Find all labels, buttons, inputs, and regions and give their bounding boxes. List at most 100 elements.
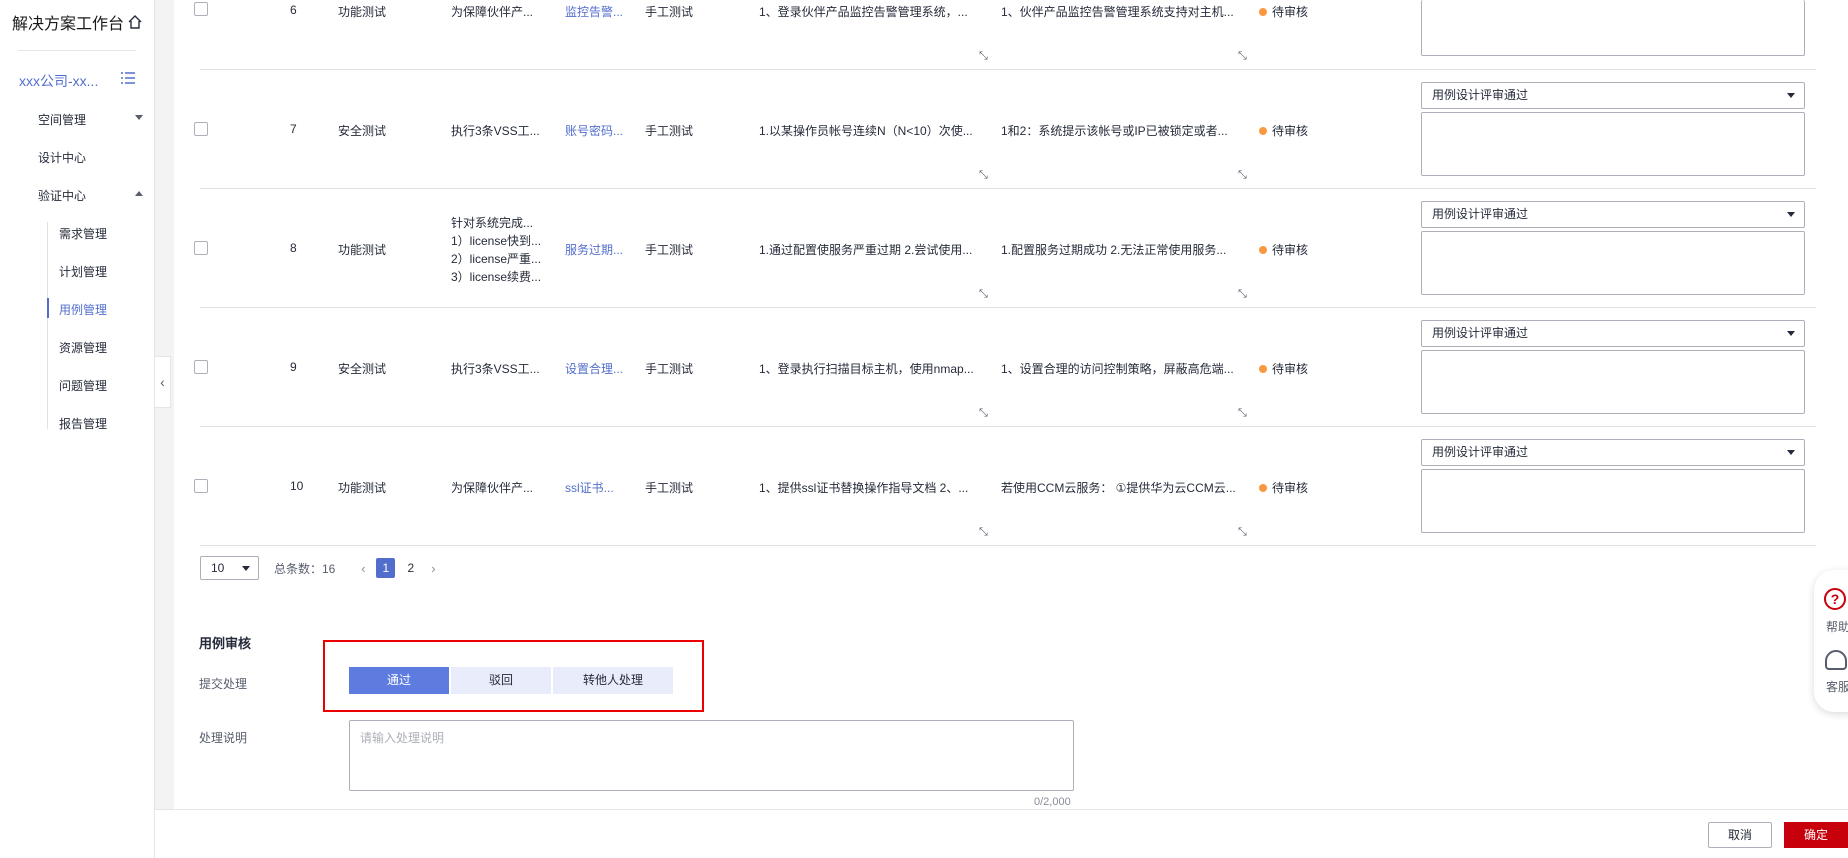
case-link[interactable]: 账号密码... <box>565 122 635 139</box>
resize-handle-icon[interactable]: ⤡ <box>1238 50 1247 63</box>
review-result-select[interactable]: 用例设计评审通过 <box>1421 201 1805 228</box>
collapse-sidebar-button[interactable]: ‹ <box>155 356 171 408</box>
row-checkbox[interactable] <box>194 360 208 374</box>
status-dot <box>1259 8 1267 16</box>
case-description-line: 2）license严重... <box>451 252 542 266</box>
page-size-value: 10 <box>211 561 225 575</box>
resize-handle-icon[interactable]: ⤡ <box>979 50 988 63</box>
review-comment-field[interactable] <box>1421 112 1805 176</box>
case-description-line: 1）license快到... <box>451 234 542 248</box>
cancel-button[interactable]: 取消 <box>1708 822 1772 848</box>
help-label[interactable]: 帮助 <box>1826 618 1848 635</box>
page-button-2[interactable]: 2 <box>401 558 420 578</box>
resize-handle-icon[interactable]: ⤡ <box>979 526 988 539</box>
chevron-down-icon <box>242 566 250 571</box>
chevron-left-icon: ‹ <box>160 374 165 390</box>
resize-handle-icon[interactable]: ⤡ <box>1238 407 1247 420</box>
resize-handle-icon[interactable]: ⤡ <box>979 288 988 301</box>
pagination: 10 总条数：16 ‹ 1 2 › <box>200 556 443 580</box>
case-method: 手工测试 <box>645 362 694 376</box>
nav-design-center[interactable]: 设计中心 <box>38 149 143 166</box>
note-label: 处理说明 <box>199 731 248 745</box>
row-checkbox[interactable] <box>194 241 208 255</box>
case-steps: 1.通过配置使服务严重过期 2.尝试使用... <box>759 243 973 257</box>
review-comment-field[interactable] <box>1421 350 1805 414</box>
case-number: 9 <box>290 360 297 374</box>
review-comment-field[interactable] <box>1421 0 1805 56</box>
case-expected: 1.配置服务过期成功 2.无法正常使用服务... <box>1001 243 1227 257</box>
project-selector[interactable]: xxx公司-xx... <box>19 71 98 91</box>
chevron-down-icon <box>1787 331 1795 336</box>
case-link[interactable]: 设置合理... <box>565 360 635 377</box>
case-expected: 1、伙伴产品监控告警管理系统支持对主机... <box>1001 5 1234 19</box>
home-icon <box>128 15 142 29</box>
review-result-value: 用例设计评审通过 <box>1432 88 1529 102</box>
review-result-select[interactable]: 用例设计评审通过 <box>1421 439 1805 466</box>
help-icon[interactable]: ? <box>1824 588 1846 610</box>
row-checkbox[interactable] <box>194 2 208 16</box>
review-comment-field[interactable] <box>1421 469 1805 533</box>
resize-handle-icon[interactable]: ⤡ <box>1238 288 1247 301</box>
resize-handle-icon[interactable]: ⤡ <box>979 407 988 420</box>
row-divider <box>200 69 1816 70</box>
transfer-button[interactable]: 转他人处理 <box>553 667 673 694</box>
review-comment-field[interactable] <box>1421 231 1805 295</box>
prev-page-button[interactable]: ‹ <box>353 561 373 576</box>
page-button-1[interactable]: 1 <box>376 558 396 578</box>
subnav-item-testcases[interactable]: 用例管理 <box>59 301 107 318</box>
headset-icon[interactable] <box>1825 650 1847 670</box>
review-result-value: 用例设计评审通过 <box>1432 445 1529 459</box>
section-title: 用例审核 <box>199 636 252 651</box>
review-result-select[interactable]: 用例设计评审通过 <box>1421 82 1805 109</box>
case-description: 为保障伙伴产... <box>451 5 534 19</box>
subnav-item-issues[interactable]: 问题管理 <box>59 377 107 394</box>
row-divider <box>200 188 1816 189</box>
case-description: 执行3条VSS工... <box>451 124 540 138</box>
submit-label: 提交处理 <box>199 677 248 691</box>
case-type: 安全测试 <box>338 362 387 376</box>
chevron-down-icon <box>1787 212 1795 217</box>
chevron-down-icon <box>1787 93 1795 98</box>
case-link[interactable]: 监控告警... <box>565 3 635 20</box>
case-steps: 1、登录执行扫描目标主机，使用nmap... <box>759 362 974 376</box>
subnav-line <box>47 222 48 429</box>
page-size-select[interactable]: 10 <box>200 556 259 580</box>
case-description: 为保障伙伴产... <box>451 481 534 495</box>
note-textarea[interactable]: 请输入处理说明 <box>349 720 1074 791</box>
service-label[interactable]: 客服 <box>1826 678 1848 695</box>
reject-button[interactable]: 驳回 <box>451 667 551 694</box>
resize-handle-icon[interactable]: ⤡ <box>1238 526 1247 539</box>
subnav-item-resources[interactable]: 资源管理 <box>59 339 107 356</box>
next-page-button[interactable]: › <box>423 561 443 576</box>
nav-verification-center[interactable]: 验证中心 <box>38 187 143 204</box>
nav-space-management[interactable]: 空间管理 <box>38 111 143 128</box>
nav-label: 验证中心 <box>38 189 87 203</box>
resize-handle-icon[interactable]: ⤡ <box>1238 169 1247 182</box>
row-divider <box>200 307 1816 308</box>
brand-label: 解决方案工作台 <box>12 16 125 33</box>
case-steps: 1、登录伙伴产品监控告警管理系统，... <box>759 5 968 19</box>
subnav-item-reports[interactable]: 报告管理 <box>59 415 107 432</box>
case-link[interactable]: 服务过期... <box>565 241 635 258</box>
case-link[interactable]: ssl证书... <box>565 479 635 496</box>
sidebar: 解决方案工作台 xxx公司-xx... 空间管理 设计中心 验证中心 需求管理 … <box>0 0 155 858</box>
case-method: 手工测试 <box>645 481 694 495</box>
review-result-value: 用例设计评审通过 <box>1432 326 1529 340</box>
row-checkbox[interactable] <box>194 122 208 136</box>
nav-label: 设计中心 <box>38 151 87 165</box>
chevron-down-icon <box>135 115 143 120</box>
note-placeholder: 请输入处理说明 <box>360 731 445 745</box>
review-result-select[interactable]: 用例设计评审通过 <box>1421 320 1805 347</box>
approve-button[interactable]: 通过 <box>349 667 449 694</box>
resize-handle-icon[interactable]: ⤡ <box>979 169 988 182</box>
subnav-item-requirements[interactable]: 需求管理 <box>59 225 107 242</box>
status-label: 待审核 <box>1272 481 1309 495</box>
confirm-button[interactable]: 确定 <box>1784 822 1848 848</box>
list-icon[interactable] <box>120 71 136 85</box>
case-expected: 1、设置合理的访问控制策略，屏蔽高危端... <box>1001 362 1234 376</box>
subnav-item-plans[interactable]: 计划管理 <box>59 263 107 280</box>
brand-title[interactable]: 解决方案工作台 <box>12 10 143 34</box>
row-checkbox[interactable] <box>194 479 208 493</box>
case-type: 功能测试 <box>338 243 387 257</box>
divider <box>18 50 136 51</box>
